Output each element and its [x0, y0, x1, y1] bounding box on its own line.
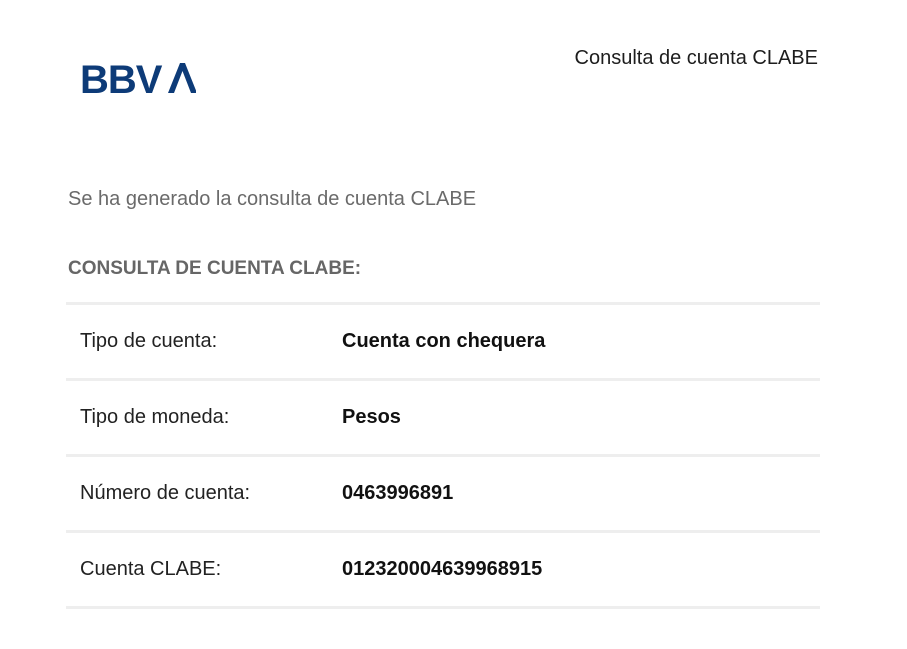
detail-row-currency: Tipo de moneda: Pesos — [66, 381, 820, 457]
detail-row-account-type: Tipo de cuenta: Cuenta con chequera — [66, 305, 820, 381]
bbva-logo: BBV — [80, 58, 197, 102]
section-heading: CONSULTA DE CUENTA CLABE: — [68, 258, 362, 279]
intro-message: Se ha generado la consulta de cuenta CLA… — [68, 188, 477, 210]
detail-label: Número de cuenta: — [80, 482, 251, 504]
detail-row-clabe: Cuenta CLABE: 012320004639968915 — [66, 533, 820, 609]
page-title: Consulta de cuenta CLABE — [574, 47, 819, 69]
svg-text:BBV: BBV — [80, 60, 163, 96]
detail-row-account-number: Número de cuenta: 0463996891 — [66, 457, 820, 533]
detail-value: 0463996891 — [342, 482, 454, 504]
detail-label: Cuenta CLABE: — [80, 558, 222, 580]
detail-label: Tipo de cuenta: — [80, 330, 218, 352]
account-details-table: Tipo de cuenta: Cuenta con chequera Tipo… — [66, 302, 820, 609]
detail-value: 012320004639968915 — [342, 558, 543, 580]
detail-value: Pesos — [342, 406, 401, 428]
detail-label: Tipo de moneda: — [80, 406, 230, 428]
detail-value: Cuenta con chequera — [342, 330, 546, 352]
